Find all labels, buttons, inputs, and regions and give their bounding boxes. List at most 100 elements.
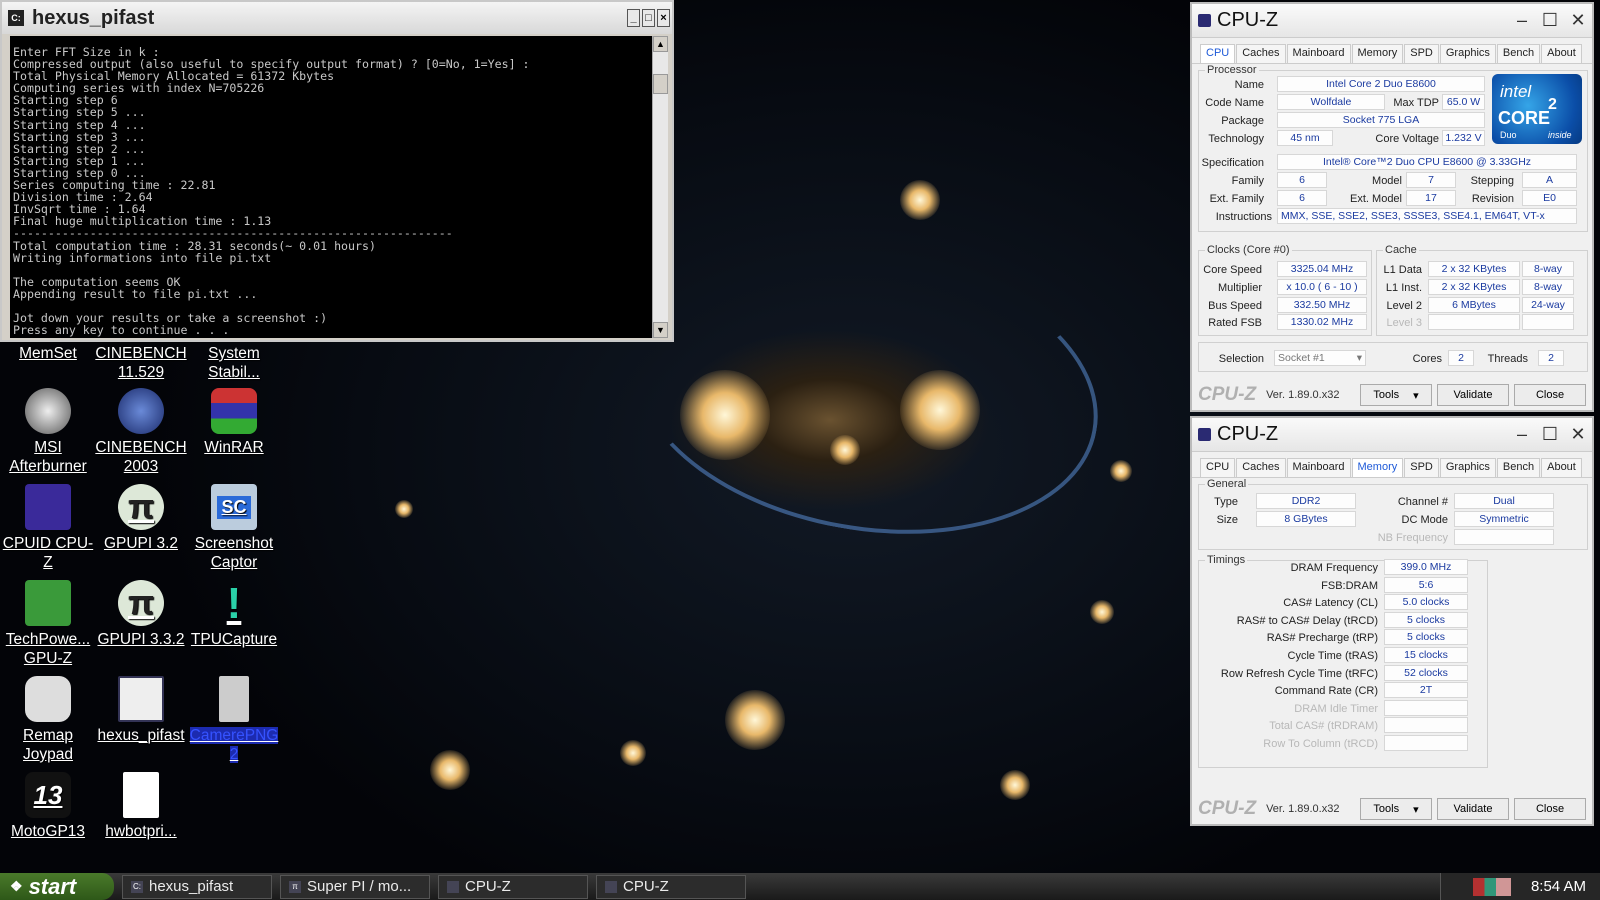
cpuz-title: CPU-Z [1217,423,1279,445]
selection-dropdown[interactable]: Socket #1 ▾ [1274,350,1366,366]
label-stepping: Stepping [1470,175,1514,187]
timing-value [1384,699,1468,716]
desktop-icon-cpuz[interactable]: CPUID CPU-Z [0,484,96,572]
console-icon: C: [8,10,24,26]
scroll-down-icon[interactable]: ▼ [653,322,668,338]
tools-button[interactable]: Tools ▾ [1360,384,1432,406]
timing-label: RAS# to CAS# Delay (tRCD) [1236,614,1378,627]
tab-about[interactable]: About [1541,44,1582,63]
desktop-icon-remap-joypad[interactable]: Remap Joypad [0,676,96,764]
tab-spd[interactable]: SPD [1404,44,1439,63]
timing-label: Cycle Time (tRAS) [1287,650,1378,662]
cpuz-tabs: CPU Caches Mainboard Memory SPD Graphics… [1192,452,1592,478]
minimize-button[interactable]: – [1508,9,1536,33]
value-corevoltage: 1.232 V [1442,130,1485,146]
label-channel: Channel # [1397,496,1448,508]
cpuz-titlebar[interactable]: CPU-Z – ☐ ✕ [1192,418,1592,452]
tab-bench[interactable]: Bench [1496,458,1541,477]
desktop-icon-msi-afterburner[interactable]: MSI Afterburner [0,388,96,476]
label-model: Model [1372,175,1402,187]
label-type: Type [1214,496,1238,508]
start-button[interactable]: ❖ start [0,873,114,900]
desktop-icon-gpuz[interactable]: TechPowe... GPU-Z [0,580,96,668]
desktop-icon-cinebench-11[interactable]: CINEBENCH 11.529 [93,344,189,382]
scroll-up-icon[interactable]: ▲ [653,36,668,52]
console-scrollbar[interactable]: ▲ ▼ [652,36,668,338]
console-window[interactable]: C: hexus_pifast _ □ × Enter FFT Size in … [0,0,674,342]
cpuz-tabs: CPU Caches Mainboard Memory SPD Graphics… [1192,38,1592,64]
galaxy [430,750,470,790]
cinebench-2003-icon [118,388,164,434]
taskbar-item-hexus-pifast[interactable]: C: hexus_pifast [122,874,272,899]
desktop-icon-system-stability[interactable]: System Stabil... [186,344,282,382]
validate-button[interactable]: Validate [1437,384,1509,406]
label-level3: Level 3 [1386,317,1422,329]
desktop-icon-camerepng[interactable]: CamerePNG 2 [186,676,282,764]
value-l1-inst-way: 8-way [1522,279,1574,295]
tray-clock[interactable]: 8:54 AM [1531,878,1586,895]
close-button[interactable]: ✕ [1564,423,1592,447]
tab-spd[interactable]: SPD [1404,458,1439,477]
scroll-thumb[interactable] [653,74,668,94]
maximize-button[interactable]: ☐ [1536,9,1564,33]
close-button[interactable]: × [657,9,670,27]
maximize-button[interactable]: ☐ [1536,423,1564,447]
close-dialog-button[interactable]: Close [1514,798,1586,820]
tab-graphics[interactable]: Graphics [1439,44,1496,63]
label-name: Name [1234,79,1264,91]
desktop-icon-cinebench-2003[interactable]: CINEBENCH 2003 [93,388,189,476]
tab-memory[interactable]: Memory [1351,44,1404,63]
cpuz-window-memory[interactable]: CPU-Z – ☐ ✕ CPU Caches Mainboard Memory … [1190,416,1594,826]
tab-mainboard[interactable]: Mainboard [1286,458,1351,477]
desktop-icon-gpupi-332[interactable]: π GPUPI 3.3.2 [93,580,189,649]
label-selection: Selection [1218,353,1264,365]
console-output[interactable]: Enter FFT Size in k : Compressed output … [10,36,656,338]
label-threads: Threads [1487,353,1528,365]
value-codename: Wolfdale [1277,94,1385,110]
close-button[interactable]: ✕ [1564,9,1592,33]
desktop-icon-memset[interactable]: MemSet [0,344,96,363]
taskbar-item-cpuz-1[interactable]: CPU-Z [438,874,588,899]
galaxy [680,370,770,460]
validate-button[interactable]: Validate [1437,798,1509,820]
cpuz-app-icon [1198,14,1211,27]
timing-value: 5.0 clocks [1384,594,1468,611]
tools-button[interactable]: Tools ▾ [1360,798,1432,820]
taskbar-item-superpi[interactable]: π Super PI / mo... [280,874,430,899]
label-technology: Technology [1208,133,1264,145]
cpuz-titlebar[interactable]: CPU-Z – ☐ ✕ [1192,4,1592,38]
desktop-icon-motogp13[interactable]: 13 MotoGP13 [0,772,96,841]
timing-label: DRAM Frequency [1290,562,1378,574]
desktop-icon-screenshot-captor[interactable]: SC Screenshot Captor [186,484,282,572]
cpuz-title: CPU-Z [1217,9,1279,31]
tab-caches[interactable]: Caches [1236,458,1286,477]
label-family: Family [1231,175,1264,187]
tab-memory[interactable]: Memory [1351,458,1404,477]
cpuz-window-cpu[interactable]: CPU-Z – ☐ ✕ CPU Caches Mainboard Memory … [1190,2,1594,412]
tab-mainboard[interactable]: Mainboard [1286,44,1351,63]
desktop-icon-winrar[interactable]: WinRAR [186,388,282,457]
label-maxtdp: Max TDP [1393,97,1439,109]
tab-caches[interactable]: Caches [1236,44,1286,63]
maximize-button[interactable]: □ [642,9,655,27]
tab-cpu[interactable]: CPU [1200,44,1236,63]
tray-icons[interactable] [1472,877,1511,896]
desktop-icon-tpucapture[interactable]: ! TPUCapture [186,580,282,649]
minimize-button[interactable]: _ [627,9,640,27]
tab-bench[interactable]: Bench [1496,44,1541,63]
desktop-icon-gpupi-32[interactable]: π GPUPI 3.2 [93,484,189,553]
cpuz-app-icon [1198,428,1211,441]
minimize-button[interactable]: – [1508,423,1536,447]
console-titlebar[interactable]: C: hexus_pifast _ □ × [2,2,672,34]
chevron-down-icon: ▾ [1413,803,1419,816]
close-dialog-button[interactable]: Close [1514,384,1586,406]
taskbar-item-cpuz-2[interactable]: CPU-Z [596,874,746,899]
desktop-icon-hwbotprime[interactable]: hwbotpri... [93,772,189,841]
tab-cpu[interactable]: CPU [1200,458,1236,477]
value-l1-data-size: 2 x 32 KBytes [1428,261,1520,277]
cpuz-brand: CPU-Z [1198,798,1257,819]
tab-about[interactable]: About [1541,458,1582,477]
label-bus-speed: Bus Speed [1208,300,1262,312]
tab-graphics[interactable]: Graphics [1439,458,1496,477]
desktop-icon-hexus-pifast[interactable]: hexus_pifast [93,676,189,745]
